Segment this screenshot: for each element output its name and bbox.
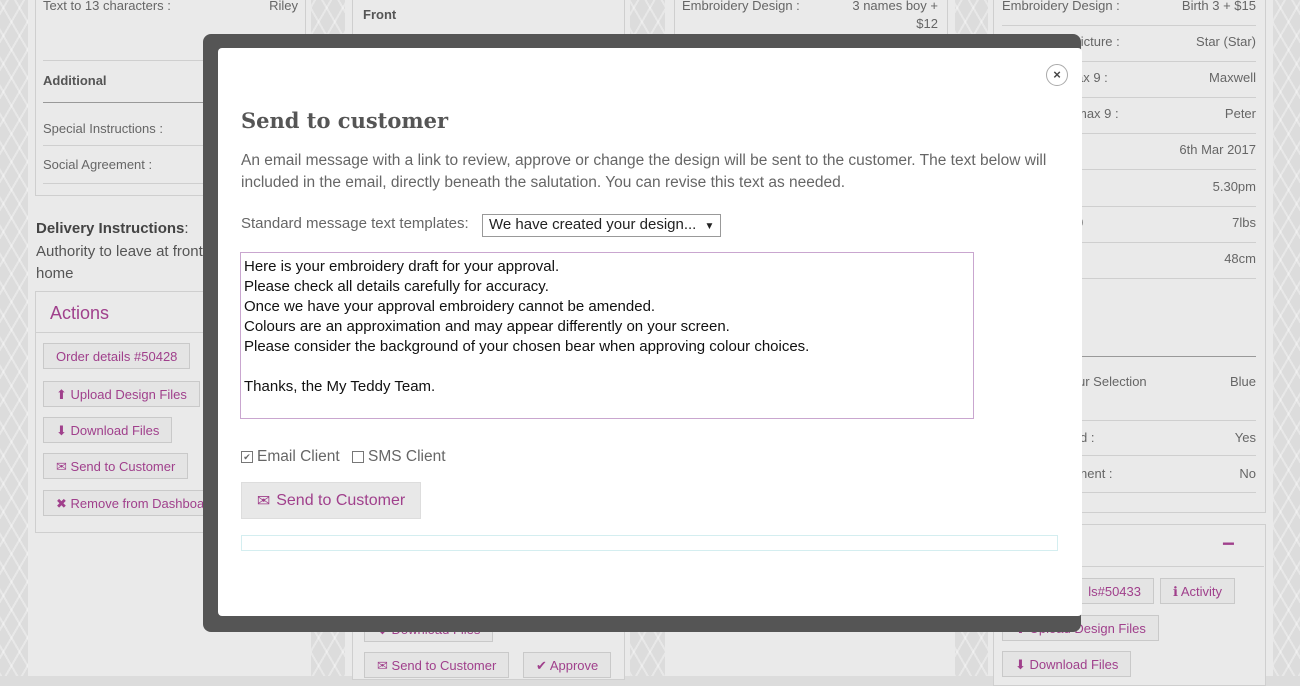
upload-icon: ⬆ [56,387,67,402]
send-to-customer-modal: × Send to customer An email message with… [218,48,1082,616]
close-icon[interactable]: × [1046,64,1068,86]
field-value: 48cm [1224,251,1256,266]
section-heading: Additional [43,73,107,88]
delivery-text: Authority to leave at front d [36,243,216,260]
field-value: Maxwell [1209,70,1256,85]
remove-from-dashboard-button[interactable]: ✖ Remove from Dashboard [43,490,229,516]
field-label: Social Agreement : [43,157,153,172]
envelope-icon: ✉ [377,658,388,673]
envelope-icon: ✉ [56,459,67,474]
activity-button[interactable]: ℹ Activity [1160,578,1236,604]
field-value: Riley [269,0,298,13]
field-value: 3 names boy + [852,0,938,13]
field-value: 7lbs [1232,215,1256,230]
field-label: ur Selection [1078,374,1147,389]
send-to-customer-button[interactable]: ✉ Send to Customer [43,453,189,479]
download-icon: ⬇ [56,423,67,438]
field-value: Peter [1224,106,1256,121]
download-files-button[interactable]: ⬇ Download Files [1002,651,1132,677]
send-to-customer-button[interactable]: ✉ Send to Customer [364,652,510,678]
download-files-button[interactable]: ⬇ Download Files [43,417,173,443]
download-icon: ⬇ [1015,657,1026,672]
upload-design-button[interactable]: ⬆ Upload Design Files [43,381,200,407]
sms-client-checkbox[interactable] [352,451,364,463]
close-icon: ✖ [56,496,67,511]
field-value-2: $12 [916,16,938,31]
field-value: Star (Star) [1196,34,1256,49]
field-value: Blue [1229,374,1256,389]
email-client-label: Email Client [257,448,340,465]
field-value: 6th Mar 2017 [1179,142,1256,157]
delivery-text-2: home [36,265,74,282]
send-to-customer-button[interactable]: ✉ Send to Customer [241,482,421,519]
email-client-checkbox[interactable]: ✔ [241,451,253,463]
field-label: Text to 13 characters : [43,0,171,13]
field-value: Yes [1234,430,1256,445]
modal-description: An email message with a link to review, … [241,152,1047,191]
field-label: Special Instructions : [43,121,163,136]
field-label: max 9 : [1076,106,1119,121]
field-label: Embroidery Design : [1002,0,1120,13]
field-label: nent : [1080,466,1113,481]
field-label: d : [1080,430,1095,445]
sms-client-checkbox-group[interactable]: SMS Client [352,448,446,466]
divider [1002,25,1256,26]
front-heading: Front [363,7,397,22]
template-label: Standard message text templates: [241,215,469,232]
order-details-button[interactable]: Order details #50428 [43,343,191,369]
field-value: Birth 3 + $15 [1181,0,1256,13]
info-icon: ℹ [1173,584,1178,599]
collapse-icon[interactable]: − [1222,531,1235,557]
field-label: Embroidery Design : [682,0,800,13]
email-client-checkbox-group[interactable]: ✔ Email Client [241,448,340,466]
template-select[interactable]: We have created your design... ▼ [482,214,722,237]
envelope-icon: ✉ [256,492,271,510]
field-value: No [1239,466,1256,481]
sms-client-label: SMS Client [368,448,446,465]
message-textarea[interactable]: Here is your embroidery draft for your a… [240,252,974,419]
progress-bar [241,535,1058,551]
approve-button[interactable]: ✔ Approve [523,652,612,678]
actions-title: Actions [50,303,110,323]
chevron-down-icon: ▼ [704,221,715,232]
modal-title: Send to customer [241,108,449,133]
field-value: 5.30pm [1212,179,1256,194]
delivery-label: Delivery Instructions: [36,220,189,237]
check-icon: ✔ [536,658,547,673]
